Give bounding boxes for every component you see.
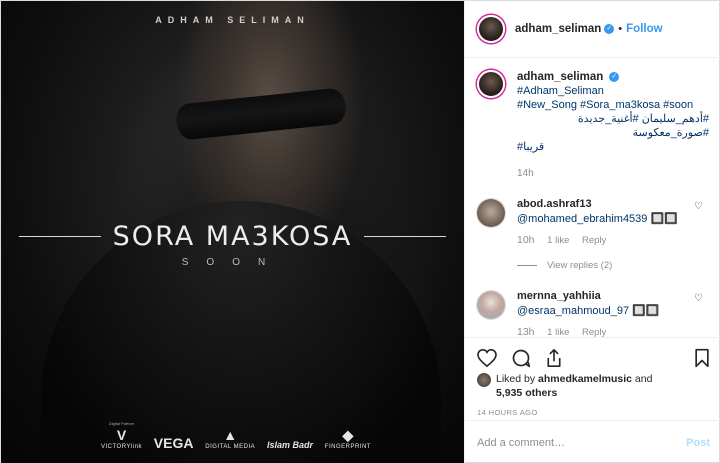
comment-username[interactable]: abod.ashraf13 (517, 197, 709, 212)
sponsor-mark: VEGA (153, 435, 194, 451)
likes-prefix: Liked by (496, 373, 536, 385)
comment-likes[interactable]: 1 like (547, 235, 569, 246)
avatar[interactable] (477, 15, 505, 43)
comment-text[interactable]: @mohamed_ebrahim4539 🔲🔲 (517, 212, 709, 227)
action-bar (465, 338, 720, 372)
comment-item: mernna_yahhiia @esraa_mahmoud_97 🔲🔲 13h … (477, 289, 709, 340)
others-likes-link[interactable]: 5,935 others (496, 387, 557, 399)
sponsor-mark: Islam Badr (266, 440, 313, 450)
reply-button[interactable]: Reply (582, 235, 606, 246)
comment-text[interactable]: @esraa_mahmoud_97 🔲🔲 (517, 304, 709, 319)
verified-badge-icon: ✓ (609, 72, 620, 83)
post-actions-area: Liked by ahmedkamelmusic and 5,935 other… (465, 337, 720, 417)
caption-timestamp[interactable]: 14h (517, 168, 709, 179)
sponsor-vega-logo: VEGA (154, 436, 194, 450)
follow-button[interactable]: Follow (626, 23, 662, 35)
view-replies-dash (517, 265, 537, 266)
post-timestamp[interactable]: 14 HOURS AGO (465, 400, 720, 417)
sponsor-mark: ▲ (223, 427, 238, 443)
post-image[interactable]: Adham Seliman SORA MA3KOSA SOON Digital … (1, 1, 464, 463)
comment-icon[interactable] (511, 346, 539, 370)
hashtag-link[interactable]: #قريبا (517, 141, 544, 153)
avatar[interactable] (477, 70, 505, 98)
song-title-row: SORA MA3KOSA (19, 220, 446, 252)
post-header: adham_seliman ✓ • Follow (465, 1, 720, 58)
comment-timestamp[interactable]: 10h (517, 234, 535, 246)
sponsor-fingerprint-logo: ◆ FINGERPRINT (325, 428, 371, 450)
sponsor-digital-media-logo: ▲ DIGITAL MEDIA (205, 428, 255, 450)
instagram-post-modal: Adham Seliman SORA MA3KOSA SOON Digital … (0, 0, 720, 463)
caption-username[interactable]: adham_seliman (517, 71, 603, 83)
comment-body: abod.ashraf13 @mohamed_ebrahim4539 🔲🔲 10… (517, 197, 709, 248)
likes-conjunction: and (634, 373, 653, 385)
comment-username[interactable]: mernna_yahhiia (517, 289, 709, 304)
sponsor-mark: V (116, 427, 127, 443)
hashtag-link[interactable]: #Adham_Seliman (517, 85, 604, 97)
sponsor-name: FINGERPRINT (324, 444, 371, 450)
bookmark-icon[interactable] (682, 346, 710, 370)
avatar[interactable] (477, 373, 491, 387)
caption-text: adham_seliman ✓ #Adham_Seliman #New_Song… (517, 70, 709, 154)
avatar[interactable] (477, 199, 505, 227)
sponsor-mark: ◆ (342, 427, 354, 443)
comment-like-heart-icon[interactable]: ♡ (694, 293, 703, 304)
sponsor-name: DIGITAL MEDIA (205, 444, 256, 450)
hashtag-link[interactable]: #أدهم_سليمان #أغنية_جديدة #صورة_معكوسة (517, 112, 709, 140)
sponsor-small-label: Digital Partner (108, 421, 135, 426)
add-comment-bar: Post (465, 420, 720, 463)
post-caption: adham_seliman ✓ #Adham_Seliman #New_Song… (477, 70, 709, 154)
comment-meta: 10h 1 like Reply (517, 233, 709, 248)
artist-banner: Adham Seliman (155, 15, 310, 25)
title-divider-right (364, 235, 446, 237)
likes-text: Liked by ahmedkamelmusic and 5,935 other… (496, 372, 652, 400)
comments-list[interactable]: adham_seliman ✓ #Adham_Seliman #New_Song… (465, 58, 720, 343)
view-replies-label: View replies (2) (547, 260, 613, 271)
post-comment-button[interactable]: Post (686, 437, 710, 449)
comment-input[interactable] (477, 436, 687, 449)
share-icon[interactable] (545, 346, 573, 370)
comment-body: mernna_yahhiia @esraa_mahmoud_97 🔲🔲 13h … (517, 289, 709, 340)
view-replies-button[interactable]: View replies (2) (517, 260, 709, 271)
separator-dot: • (618, 23, 623, 35)
sponsor-name: VICTORYlink (101, 444, 142, 450)
likes-summary: Liked by ahmedkamelmusic and 5,935 other… (465, 372, 720, 400)
header-username[interactable]: adham_seliman (515, 23, 601, 35)
comment-item: abod.ashraf13 @mohamed_ebrahim4539 🔲🔲 10… (477, 197, 709, 248)
liked-by-user-link[interactable]: ahmedkamelmusic (538, 373, 632, 385)
hashtag-link[interactable]: #New_Song #Sora_ma3kosa #soon (517, 99, 693, 111)
sponsor-islam-badr-logo: Islam Badr (267, 441, 313, 450)
sponsor-logos: Digital Partner V VICTORYlink VEGA ▲ DIG… (101, 421, 371, 450)
avatar[interactable] (477, 291, 505, 319)
song-title: SORA MA3KOSA (112, 220, 353, 252)
title-divider-left (19, 235, 101, 237)
verified-badge-icon: ✓ (604, 24, 615, 34)
post-details-panel: adham_seliman ✓ • Follow adham_seliman ✓… (464, 1, 720, 463)
comment-like-heart-icon[interactable]: ♡ (694, 201, 703, 212)
sponsor-victorylink-logo: Digital Partner V VICTORYlink (101, 421, 142, 450)
soon-text: SOON (181, 257, 284, 268)
heart-icon[interactable] (477, 346, 505, 370)
